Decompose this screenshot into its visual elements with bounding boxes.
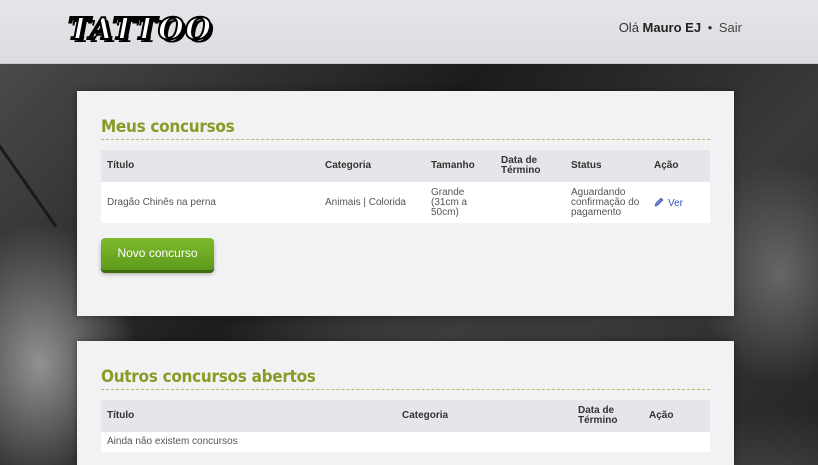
- section-title-my-contests: Meus concursos: [101, 91, 710, 140]
- tattoo-needle-decoration: [0, 144, 58, 228]
- separator: •: [707, 20, 713, 35]
- table-row: Dragão Chinês na perna Animais | Colorid…: [101, 182, 710, 223]
- top-bar: TATTOO Olá Mauro EJ • Sair: [0, 0, 818, 64]
- table-header-row: Título Categoria Tamanho Data de Término…: [101, 150, 710, 182]
- user-menu: Olá Mauro EJ • Sair: [619, 20, 742, 35]
- view-link-label: Ver: [668, 197, 684, 209]
- cell-category: Animais | Colorida: [319, 182, 425, 223]
- my-contests-panel: Meus concursos Título Categoria Tamanho …: [77, 91, 734, 316]
- column-header-size: Tamanho: [425, 150, 495, 182]
- logout-link[interactable]: Sair: [719, 20, 742, 35]
- column-header-action: Ação: [648, 150, 710, 182]
- pen-icon: [654, 197, 664, 206]
- cell-end-date: [495, 182, 565, 223]
- column-header-title: Título: [101, 400, 396, 432]
- table-row: Ainda não existem concursos: [101, 432, 710, 452]
- greeting-text: Olá: [618, 20, 639, 35]
- view-contest-link[interactable]: Ver: [654, 197, 684, 209]
- other-contests-panel: Outros concursos abertos Título Categori…: [77, 341, 734, 465]
- table-header-row: Título Categoria Data de Término Ação: [101, 400, 710, 432]
- user-name: Mauro EJ: [642, 20, 702, 35]
- column-header-category: Categoria: [319, 150, 425, 182]
- column-header-category: Categoria: [396, 400, 572, 432]
- new-contest-button[interactable]: Novo concurso: [101, 238, 214, 270]
- other-contests-table: Título Categoria Data de Término Ação Ai…: [101, 400, 710, 452]
- column-header-end-date: Data de Término: [572, 400, 643, 432]
- section-title-other-contests: Outros concursos abertos: [101, 341, 710, 390]
- cell-title: Dragão Chinês na perna: [101, 182, 319, 223]
- cell-size: Grande (31cm a 50cm): [425, 182, 495, 223]
- column-header-status: Status: [565, 150, 648, 182]
- cell-status: Aguardando confirmação do pagamento: [565, 182, 648, 223]
- column-header-title: Título: [101, 150, 319, 182]
- my-contests-table: Título Categoria Tamanho Data de Término…: [101, 150, 710, 223]
- column-header-end-date: Data de Término: [495, 150, 565, 182]
- logo[interactable]: TATTOO: [67, 11, 212, 48]
- empty-message: Ainda não existem concursos: [101, 432, 710, 452]
- cell-action: Ver: [648, 182, 710, 223]
- column-header-action: Ação: [643, 400, 710, 432]
